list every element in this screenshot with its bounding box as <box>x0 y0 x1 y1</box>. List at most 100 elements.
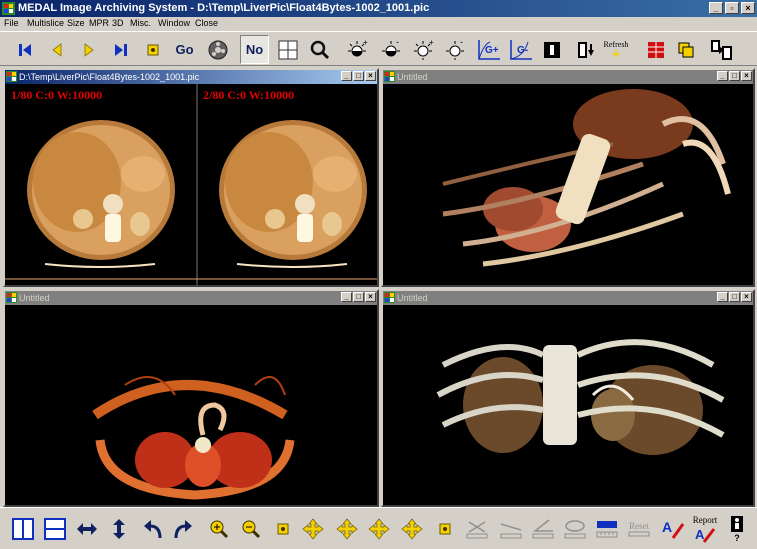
arrow-right-icon <box>84 42 94 57</box>
panel-icon <box>384 71 395 82</box>
chest-render-image <box>92 376 295 500</box>
reset-label: Reset <box>629 521 649 531</box>
window-level-button[interactable] <box>537 35 566 64</box>
viewer-panel-1[interactable]: D:\Temp\LiverPic\Float4Bytes-1002_1001.p… <box>3 68 379 287</box>
angle-measure-button[interactable] <box>528 512 558 546</box>
viewer-panel-2[interactable]: Untitled _ □ × <box>381 68 755 287</box>
panel-icon <box>384 292 395 303</box>
panel-3-titlebar[interactable]: Untitled _ □ × <box>5 291 377 305</box>
arrows-vertical-icon <box>113 519 125 539</box>
panel-4-close[interactable]: × <box>741 292 752 302</box>
panel-1-minimize[interactable]: _ <box>341 71 352 81</box>
close-button[interactable]: × <box>741 2 755 14</box>
gamma-plus-label: G+ <box>485 45 499 56</box>
previous-slice-button[interactable] <box>42 35 71 64</box>
line-measure-button[interactable] <box>496 512 526 546</box>
flip-horizontal-button[interactable] <box>72 512 102 546</box>
restore-button[interactable]: ▫ <box>725 2 739 14</box>
center-button[interactable] <box>268 512 298 546</box>
panel-1-maximize[interactable]: □ <box>353 71 364 81</box>
minimize-button[interactable]: _ <box>709 2 723 14</box>
panel-3-maximize[interactable]: □ <box>353 292 364 302</box>
panel-4-minimize[interactable]: _ <box>717 292 728 302</box>
app-icon <box>2 2 15 15</box>
brightness-up-button[interactable]: + <box>342 35 371 64</box>
gamma-plus-button[interactable]: G+ <box>474 35 503 64</box>
panel-2-maximize[interactable]: □ <box>729 71 740 81</box>
brightness-down-button[interactable]: - <box>376 35 405 64</box>
report-button[interactable]: Report A <box>690 512 720 546</box>
magnifier-icon <box>310 40 329 59</box>
panel-4-image-area[interactable] <box>383 305 753 505</box>
flip-vertical-button[interactable] <box>104 512 134 546</box>
stop-button[interactable] <box>138 35 167 64</box>
multi-print-button[interactable] <box>707 35 736 64</box>
text-annotation-button[interactable]: A <box>658 512 688 546</box>
help-label: ? <box>734 533 740 543</box>
menu-size[interactable]: Size <box>67 18 85 28</box>
contrast-up-button[interactable]: + <box>408 35 437 64</box>
rotate-left-icon <box>144 520 162 539</box>
panel-3-minimize[interactable]: _ <box>341 292 352 302</box>
reset-button[interactable]: Reset <box>624 512 654 546</box>
move-arrows-icon <box>401 518 423 540</box>
delete-measure-button[interactable] <box>462 512 492 546</box>
contrast-down-button[interactable]: - <box>440 35 469 64</box>
no-sync-toggle[interactable]: No <box>240 35 269 64</box>
panel-1-titlebar[interactable]: D:\Temp\LiverPic\Float4Bytes-1002_1001.p… <box>5 70 377 84</box>
panel-4-maximize[interactable]: □ <box>729 292 740 302</box>
stop-button-bottom[interactable] <box>430 512 460 546</box>
viewer-panel-4[interactable]: Untitled _ □ × <box>381 289 755 507</box>
rotate-left-button[interactable] <box>138 512 168 546</box>
skip-first-icon <box>18 43 31 56</box>
panel-3-image-area[interactable] <box>5 305 377 505</box>
vertical-split-button[interactable] <box>8 512 38 546</box>
panel-4-titlebar[interactable]: Untitled _ □ × <box>383 291 753 305</box>
last-slice-button[interactable] <box>106 35 135 64</box>
viewer-panel-3[interactable]: Untitled _ □ × <box>3 289 379 507</box>
move-arrows-icon <box>336 518 358 540</box>
panel-2-titlebar[interactable]: Untitled _ □ × <box>383 70 753 84</box>
horizontal-split-button[interactable] <box>40 512 70 546</box>
pan-button-1[interactable] <box>298 512 328 546</box>
refresh-button[interactable]: Refresh <box>600 35 632 64</box>
ruler-button[interactable] <box>592 512 622 546</box>
pan-button-2[interactable] <box>332 512 362 546</box>
copy-button[interactable] <box>671 35 700 64</box>
cine-button[interactable] <box>203 35 232 64</box>
layout-grid-button[interactable] <box>273 35 302 64</box>
pan-button-3[interactable] <box>364 512 394 546</box>
film-reel-icon <box>208 40 227 59</box>
grid-layout-icon <box>278 40 297 59</box>
zoom-out-button[interactable] <box>236 512 266 546</box>
panel-2-close[interactable]: × <box>741 71 752 81</box>
menu-misc[interactable]: Misc. <box>130 18 151 28</box>
help-button[interactable]: ? <box>722 512 752 546</box>
gamma-minus-button[interactable]: G- <box>506 35 535 64</box>
menu-window[interactable]: Window <box>158 18 190 28</box>
menu-multislice[interactable]: Multislice <box>27 18 64 28</box>
rotate-right-icon <box>174 520 192 539</box>
go-button[interactable]: Go <box>170 35 199 64</box>
abdomen-render-image <box>436 339 725 455</box>
menu-close[interactable]: Close <box>195 18 218 28</box>
pan-button-4[interactable] <box>397 512 427 546</box>
rotate-right-button[interactable] <box>168 512 198 546</box>
first-slice-button[interactable] <box>10 35 39 64</box>
panel-2-image-area[interactable] <box>383 84 753 285</box>
panel-1-close[interactable]: × <box>365 71 376 81</box>
zoom-in-button[interactable] <box>204 512 234 546</box>
zoom-button[interactable] <box>305 35 334 64</box>
layout-split-button[interactable] <box>641 35 670 64</box>
panel-3-close[interactable]: × <box>365 292 376 302</box>
ellipse-measure-button[interactable] <box>560 512 590 546</box>
panel-2-minimize[interactable]: _ <box>717 71 728 81</box>
menu-file[interactable]: File <box>4 18 19 28</box>
angle-ruler-icon <box>532 519 554 539</box>
menu-3d[interactable]: 3D <box>112 18 124 28</box>
svg-text:+: + <box>363 39 368 47</box>
panel-1-image-area[interactable]: 1/80 C:0 W:10000 2/80 C:0 W:10000 <box>5 84 377 285</box>
menu-mpr[interactable]: MPR <box>89 18 109 28</box>
export-button[interactable] <box>571 35 600 64</box>
next-slice-button[interactable] <box>74 35 103 64</box>
